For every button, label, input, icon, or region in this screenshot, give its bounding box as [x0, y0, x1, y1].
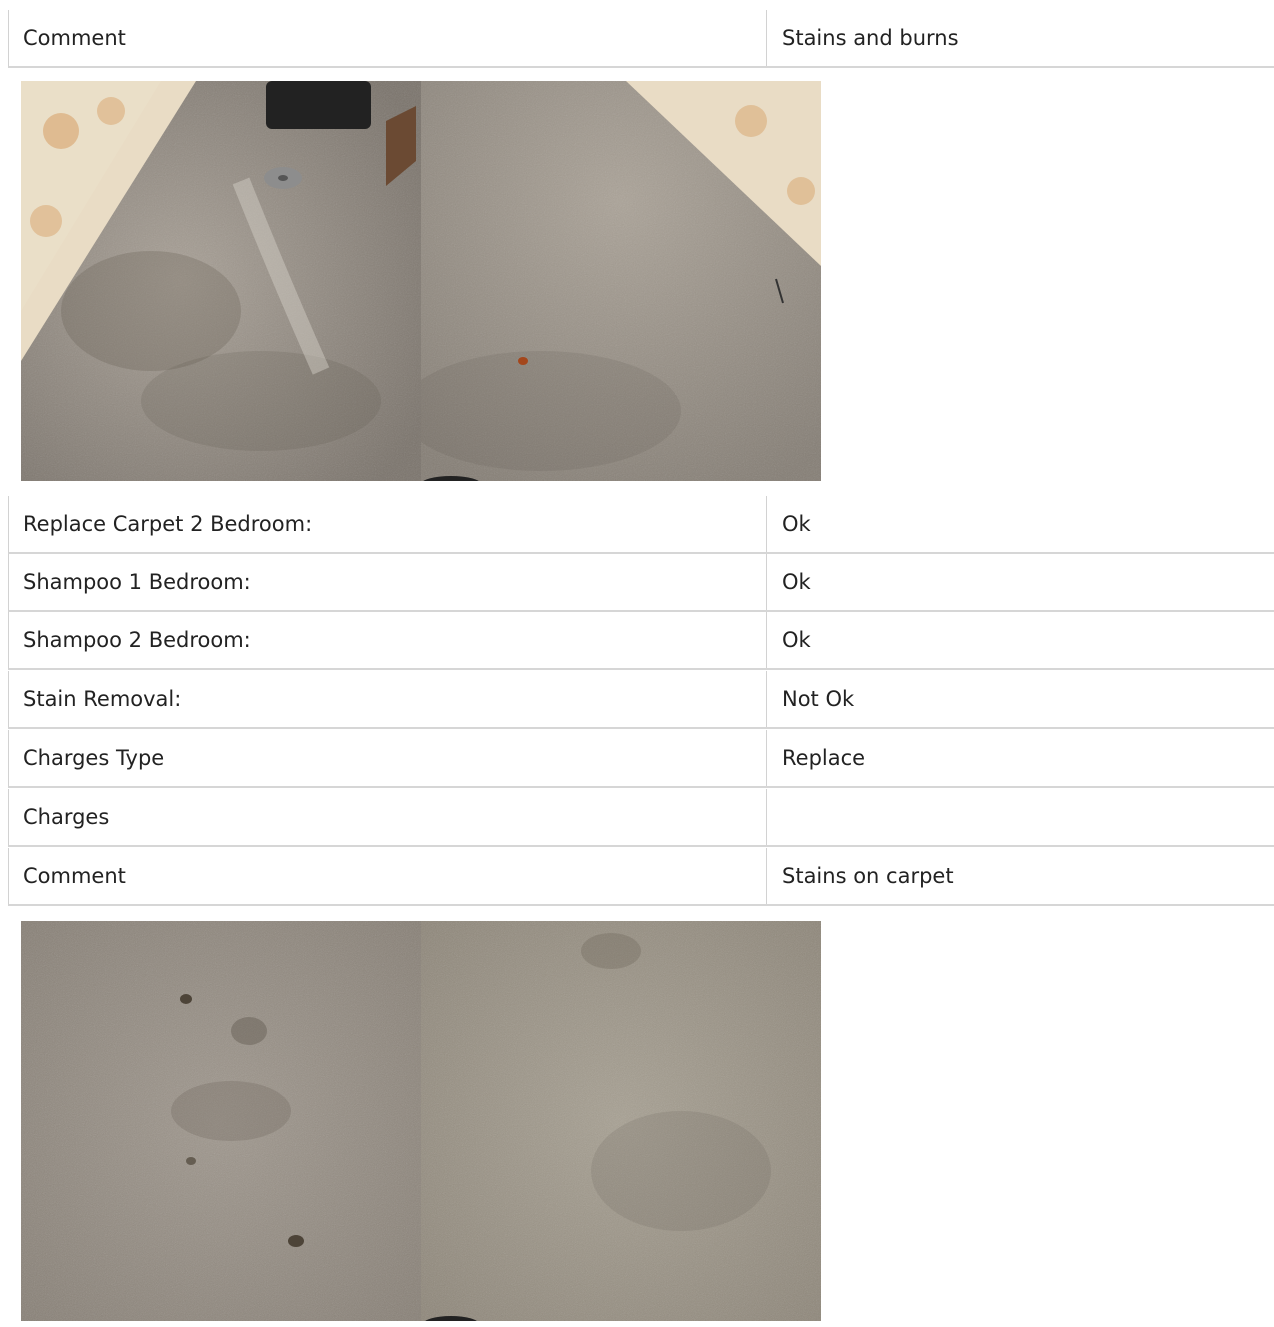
column-divider [766, 10, 767, 66]
table-row: Charges [8, 789, 1274, 847]
carpet-photo-image [21, 921, 421, 1321]
table-row: Shampoo 2 Bedroom: Ok [8, 612, 1274, 670]
row-label: Stain Removal: [23, 687, 182, 711]
row-value: Ok [782, 628, 811, 652]
row-label: Charges [23, 805, 110, 829]
table-row: Comment Stains and burns [8, 10, 1274, 68]
row-label: Comment [23, 26, 126, 50]
table-row: Comment Stains on carpet [8, 848, 1274, 906]
row-value: Not Ok [782, 687, 855, 711]
carpet-photo-image [421, 81, 821, 481]
carpet-photo[interactable] [21, 921, 421, 1321]
carpet-photo[interactable] [21, 81, 421, 481]
row-value: Ok [782, 570, 811, 594]
column-divider [766, 848, 767, 904]
table-row: Shampoo 1 Bedroom: Ok [8, 554, 1274, 612]
row-value: Stains and burns [782, 26, 959, 50]
table-row: Replace Carpet 2 Bedroom: Ok [8, 496, 1274, 554]
row-label: Comment [23, 864, 126, 888]
row-value: Stains on carpet [782, 864, 954, 888]
row-label: Shampoo 2 Bedroom: [23, 628, 251, 652]
table-row: Charges Type Replace [8, 730, 1274, 788]
row-label: Charges Type [23, 746, 165, 770]
row-label: Replace Carpet 2 Bedroom: [23, 512, 313, 536]
column-divider [766, 789, 767, 845]
row-value: Replace [782, 746, 866, 770]
row-label: Shampoo 1 Bedroom: [23, 570, 251, 594]
column-divider [766, 496, 767, 552]
carpet-photo-image [421, 921, 821, 1321]
column-divider [766, 612, 767, 668]
column-divider [766, 730, 767, 786]
carpet-photo[interactable] [421, 921, 821, 1321]
carpet-photo[interactable] [421, 81, 821, 481]
column-divider [766, 671, 767, 727]
row-value: Ok [782, 512, 811, 536]
column-divider [766, 554, 767, 610]
table-row: Stain Removal: Not Ok [8, 671, 1274, 729]
carpet-photo-image [21, 81, 421, 481]
